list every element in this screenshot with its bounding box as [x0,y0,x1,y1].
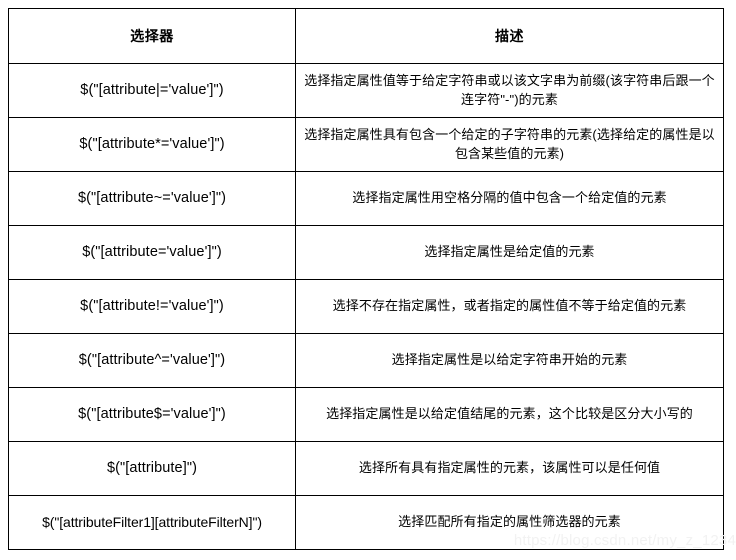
cell-description: 选择匹配所有指定的属性筛选器的元素 [295,495,724,550]
jquery-attribute-selector-table: 选择器 描述 $("[attribute|='value']") 选择指定属性值… [8,8,724,550]
cell-description: 选择指定属性是以给定字符串开始的元素 [295,333,724,388]
cell-description: 选择所有具有指定属性的元素，该属性可以是任何值 [295,441,724,496]
cell-selector: $("[attributeFilter1][attributeFilterN]"… [8,495,296,550]
table-row: $("[attribute]") 选择所有具有指定属性的元素，该属性可以是任何值 [8,441,724,496]
cell-description: 选择指定属性值等于给定字符串或以该文字串为前缀(该字符串后跟一个连字符"-")的… [295,63,724,118]
cell-selector: $("[attribute|='value']") [8,63,296,118]
table-row: $("[attribute='value']") 选择指定属性是给定值的元素 [8,225,724,280]
table-row: $("[attribute^='value']") 选择指定属性是以给定字符串开… [8,333,724,388]
cell-description: 选择指定属性具有包含一个给定的子字符串的元素(选择给定的属性是以包含某些值的元素… [295,117,724,172]
table-row: $("[attribute~='value']") 选择指定属性用空格分隔的值中… [8,171,724,226]
cell-selector: $("[attribute^='value']") [8,333,296,388]
table-row: $("[attributeFilter1][attributeFilterN]"… [8,495,724,550]
column-header-description: 描述 [295,8,724,64]
cell-selector: $("[attribute]") [8,441,296,496]
table-row: $("[attribute!='value']") 选择不存在指定属性，或者指定… [8,279,724,334]
cell-description: 选择指定属性用空格分隔的值中包含一个给定值的元素 [295,171,724,226]
table-row: $("[attribute$='value']") 选择指定属性是以给定值结尾的… [8,387,724,442]
cell-description: 选择指定属性是以给定值结尾的元素，这个比较是区分大小写的 [295,387,724,442]
cell-selector: $("[attribute!='value']") [8,279,296,334]
cell-selector: $("[attribute$='value']") [8,387,296,442]
column-header-selector: 选择器 [8,8,296,64]
document-page: 选择器 描述 $("[attribute|='value']") 选择指定属性值… [0,0,736,560]
table-row: $("[attribute|='value']") 选择指定属性值等于给定字符串… [8,63,724,118]
table-header: 选择器 描述 [8,8,724,64]
table-body: $("[attribute|='value']") 选择指定属性值等于给定字符串… [8,63,724,550]
table-row: $("[attribute*='value']") 选择指定属性具有包含一个给定… [8,117,724,172]
cell-description: 选择指定属性是给定值的元素 [295,225,724,280]
cell-description: 选择不存在指定属性，或者指定的属性值不等于给定值的元素 [295,279,724,334]
cell-selector: $("[attribute~='value']") [8,171,296,226]
cell-selector: $("[attribute='value']") [8,225,296,280]
cell-selector: $("[attribute*='value']") [8,117,296,172]
table-header-row: 选择器 描述 [8,8,724,64]
